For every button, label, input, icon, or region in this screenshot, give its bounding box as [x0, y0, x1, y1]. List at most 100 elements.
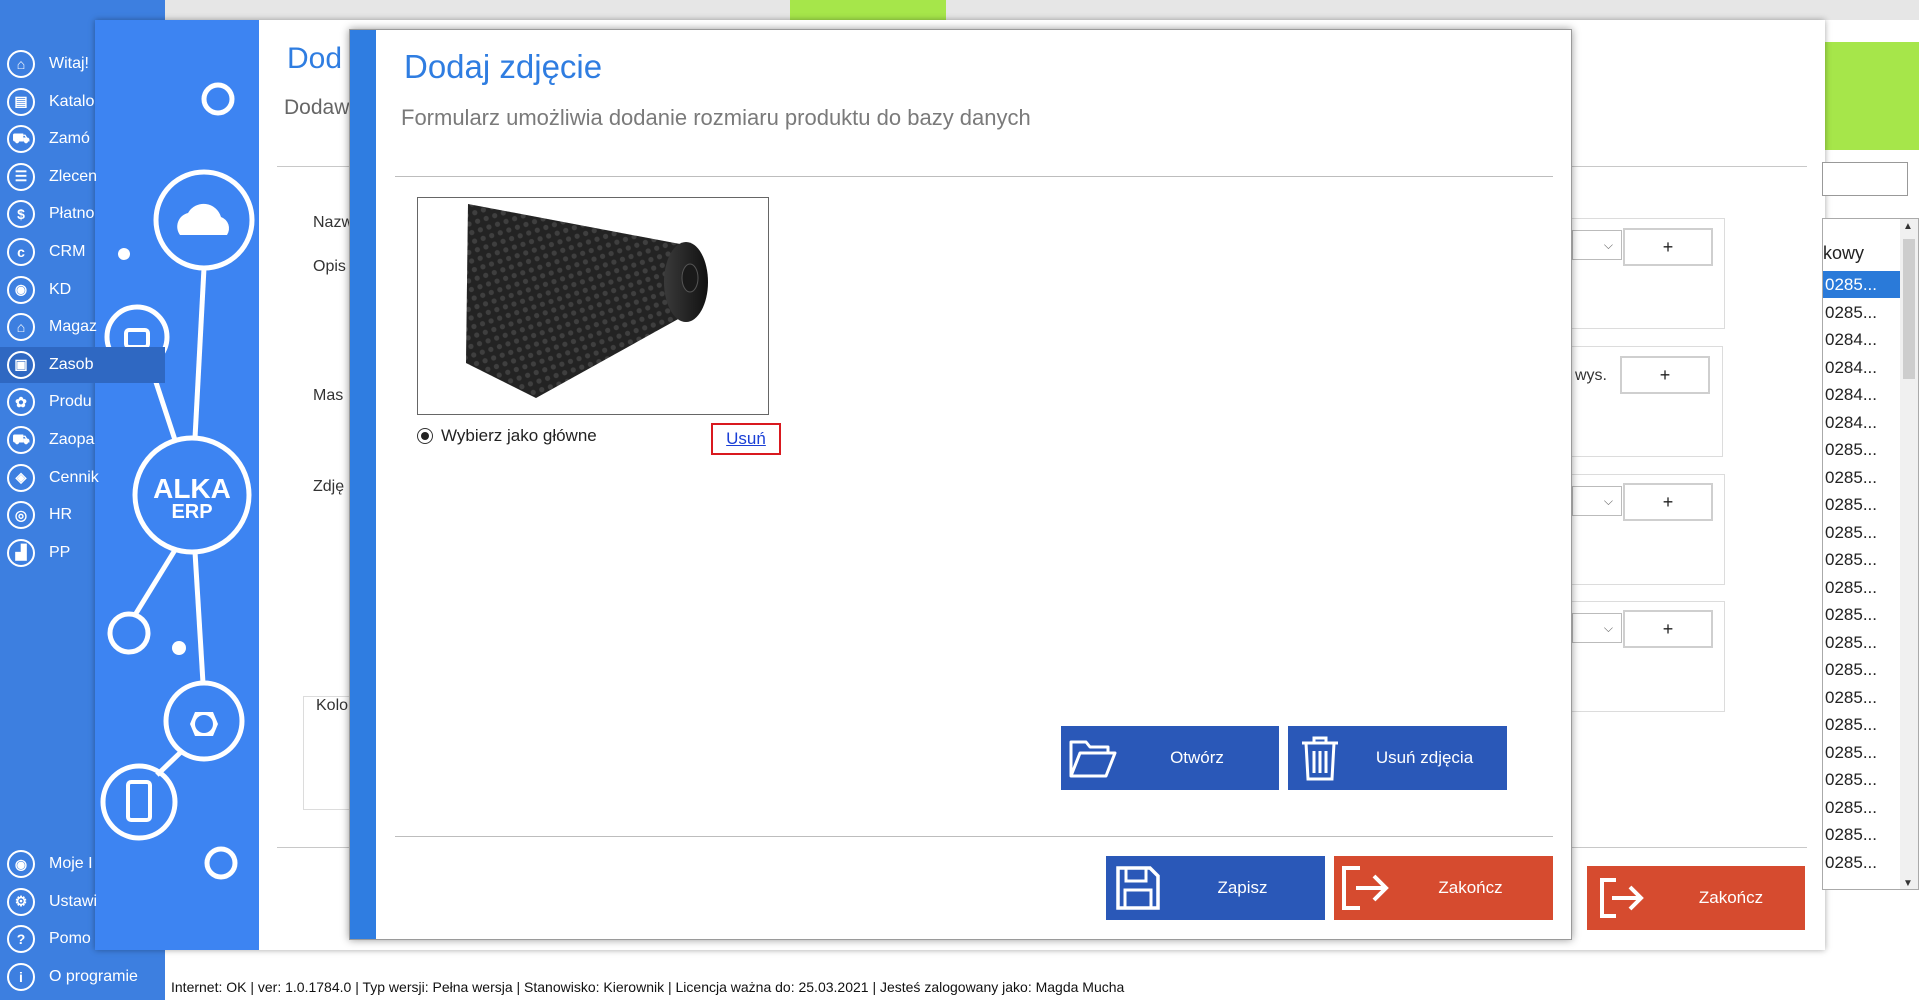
scroll-down-icon[interactable]: ▼: [1903, 878, 1913, 889]
sidebar-item-label: Zasob: [49, 355, 94, 373]
radio-label: Wybierz jako główne: [441, 426, 597, 445]
production-icon: ✿: [7, 388, 35, 417]
background-close-button[interactable]: Zakończ: [1587, 866, 1805, 930]
list-item[interactable]: 0285...: [1823, 629, 1901, 656]
logo-erp: ERP: [171, 501, 212, 523]
resources-icon: ▣: [7, 350, 35, 379]
list-item[interactable]: 0285...: [1823, 849, 1901, 876]
sidebar-item-label: Zaopa: [49, 431, 95, 448]
delete-photo-link[interactable]: Usuń: [711, 423, 781, 455]
dialog-accent-strip: [350, 30, 376, 939]
supply-icon: ⛟: [7, 426, 35, 454]
sidebar-item-12[interactable]: ◈ Cennik: [0, 460, 165, 496]
height-label: wys.: [1575, 367, 1607, 384]
info-icon: i: [7, 962, 35, 991]
list-item[interactable]: 0285...: [1823, 711, 1901, 738]
divider: [395, 836, 1553, 837]
sidebar-item-label: CRM: [49, 243, 86, 260]
list-item[interactable]: 0284...: [1823, 326, 1901, 353]
sidebar-item-label: Zlecen: [49, 167, 98, 185]
open-button-label: Otwórz: [1170, 748, 1224, 767]
list-item[interactable]: 0285...: [1823, 271, 1901, 298]
top-tab-bar: [165, 0, 1919, 20]
sidebar-item-label: HR: [49, 506, 73, 524]
open-button[interactable]: Otwórz: [1061, 726, 1279, 790]
sidebar-item-14[interactable]: ▟ PP: [0, 535, 165, 571]
sidebar-bottom-item-3[interactable]: ? Pomo: [0, 921, 165, 957]
chevron-down-icon: ⌵: [1603, 238, 1613, 252]
list-item[interactable]: 0285...: [1823, 464, 1901, 491]
sidebar-item-3[interactable]: ⛟ Zamó: [0, 121, 165, 157]
field-label-mass: Mas: [313, 387, 344, 404]
sidebar-item-1[interactable]: ⌂ Witaj!: [0, 46, 165, 82]
tag-icon: ◈: [7, 463, 35, 492]
field-label-photo: Zdję: [313, 478, 345, 495]
product-list[interactable]: kowy 0285... 0285... 0284... 0284... 0284...…: [1822, 218, 1919, 890]
sidebar-item-label: Produ: [49, 393, 92, 411]
list-item[interactable]: 0284...: [1823, 409, 1901, 436]
sidebar-item-4[interactable]: ☰ Zlecen: [0, 159, 165, 195]
list-item[interactable]: 0285...: [1823, 684, 1901, 711]
scroll-up-icon[interactable]: ▲: [1903, 221, 1913, 232]
search-input[interactable]: [1822, 162, 1908, 196]
sidebar-item-11[interactable]: ⛟ Zaopa: [0, 422, 165, 458]
sidebar-item-2[interactable]: ▤ Katalo: [0, 84, 165, 120]
add-button[interactable]: +: [1623, 483, 1713, 521]
list-item[interactable]: 0285...: [1823, 739, 1901, 766]
list-item[interactable]: 0285...: [1823, 491, 1901, 518]
list-item[interactable]: 0285...: [1823, 656, 1901, 683]
sidebar-item-label: Cennik: [49, 468, 99, 486]
list-item[interactable]: 0285...: [1823, 821, 1901, 848]
list-item[interactable]: 0285...: [1823, 574, 1901, 601]
sidebar-item-7[interactable]: ◉ KD: [0, 272, 165, 308]
dollar-icon: $: [7, 200, 35, 229]
list-item[interactable]: 0285...: [1823, 519, 1901, 546]
green-header-bar: [1822, 42, 1919, 150]
field-label-description: Opis: [313, 258, 346, 275]
dropdown[interactable]: ⌵: [1572, 486, 1622, 516]
sidebar-item-label: Moje I: [49, 855, 93, 872]
sidebar-item-5[interactable]: $ Płatno: [0, 196, 165, 232]
list-item[interactable]: 0285...: [1823, 766, 1901, 793]
dialog-subtitle: Formularz umożliwia dodanie rozmiaru pro…: [401, 105, 1031, 130]
add-button[interactable]: +: [1623, 228, 1713, 266]
sidebar-item-9[interactable]: ▣ Zasob: [0, 346, 165, 383]
list-item[interactable]: 0284...: [1823, 381, 1901, 408]
sidebar-bottom-item-2[interactable]: ⚙ Ustawi: [0, 884, 165, 920]
save-button[interactable]: Zapisz: [1106, 856, 1325, 920]
sidebar-item-6[interactable]: c CRM: [0, 234, 165, 270]
add-button[interactable]: +: [1623, 610, 1713, 648]
help-icon: ?: [7, 925, 35, 954]
list-item[interactable]: 0284...: [1823, 354, 1901, 381]
dropdown[interactable]: ⌵: [1572, 613, 1622, 643]
radio-button[interactable]: [417, 428, 433, 444]
sidebar-item-label: Witaj!: [49, 55, 89, 72]
catalog-icon: ▤: [7, 87, 35, 116]
dropdown[interactable]: ⌵: [1572, 230, 1622, 260]
list-scrollbar[interactable]: ▲ ▼: [1900, 219, 1918, 889]
sidebar-bottom-item-4[interactable]: i O programie: [0, 959, 165, 995]
list-item[interactable]: 0285...: [1823, 299, 1901, 326]
close-button-label: Zakończ: [1438, 878, 1503, 897]
sidebar-item-label: Zamó: [49, 130, 90, 148]
list-item[interactable]: 0285...: [1823, 546, 1901, 573]
sidebar-item-label: Magaz: [49, 318, 98, 336]
sidebar-item-10[interactable]: ✿ Produ: [0, 384, 165, 420]
status-bar: Internet: OK | ver: 1.0.1784.0 | Typ wer…: [165, 975, 1919, 1000]
photo-thumbnail[interactable]: [417, 197, 769, 415]
list-icon: ☰: [7, 162, 35, 191]
close-button[interactable]: Zakończ: [1334, 856, 1553, 920]
list-item[interactable]: 0285...: [1823, 436, 1901, 463]
active-top-tab[interactable]: [790, 0, 946, 20]
delete-photos-button[interactable]: Usuń zdjęcia: [1288, 726, 1507, 790]
sidebar-item-13[interactable]: ◎ HR: [0, 497, 165, 533]
list-item[interactable]: 0285...: [1823, 601, 1901, 628]
add-button[interactable]: +: [1620, 356, 1710, 394]
person-icon: ◉: [7, 275, 35, 304]
main-subtitle: Dodaw: [284, 96, 350, 119]
list-item[interactable]: 0285...: [1823, 794, 1901, 821]
sidebar-item-8[interactable]: ⌂ Magaz: [0, 309, 165, 345]
sidebar-bottom-item-1[interactable]: ◉ Moje I: [0, 846, 165, 882]
main-photo-radio[interactable]: Wybierz jako główne: [417, 426, 597, 446]
scroll-thumb[interactable]: [1903, 239, 1915, 379]
